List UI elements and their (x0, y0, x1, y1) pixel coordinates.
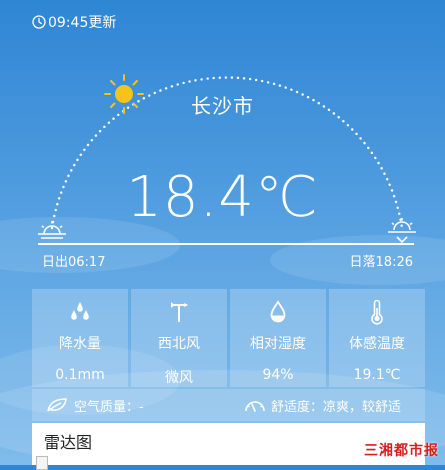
detail-value: 19.1℃ (353, 367, 401, 383)
weather-details-panel: 降水量 0.1mm 西北风 微风 相对湿度 94% 体感温度 19.1℃ (32, 289, 425, 387)
comfort-index: 舒适度：凉爽，较舒适 (244, 396, 401, 415)
sun-arc (38, 74, 416, 245)
leaf-icon (47, 398, 67, 412)
detail-label: 相对湿度 (250, 336, 306, 352)
detail-value: 94% (262, 367, 294, 383)
sunset-time: 日落18:26 (349, 255, 413, 270)
detail-value: 0.1mm (55, 367, 105, 383)
detail-value: 微风 (165, 370, 193, 386)
wind-vane-icon (171, 302, 188, 322)
comfort-text: 舒适度：凉爽，较舒适 (271, 399, 402, 415)
raindrops-icon (71, 302, 89, 320)
current-temperature: 18.4℃ (126, 165, 319, 230)
info-row: 空气质量：- 舒适度：凉爽，较舒适 (32, 389, 425, 421)
detail-humidity: 相对湿度 94% (230, 289, 326, 387)
detail-wind: 西北风 微风 (131, 289, 227, 387)
radar-title: 雷达图 (44, 433, 93, 452)
gauge-icon (245, 401, 265, 412)
detail-precipitation: 降水量 0.1mm (32, 289, 128, 387)
air-quality-text: 空气质量：- (74, 399, 144, 415)
sunrise-time: 日出06:17 (42, 255, 106, 270)
detail-feels-like: 体感温度 19.1℃ (329, 289, 425, 387)
thermometer-icon (371, 299, 383, 325)
detail-label: 西北风 (158, 336, 200, 352)
air-quality: 空气质量：- (46, 396, 144, 415)
image-placeholder-icon (36, 456, 48, 470)
detail-label: 降水量 (59, 336, 101, 352)
watermark-logo: 三湘都市报 (364, 443, 439, 459)
city-name: 长沙市 (191, 94, 254, 118)
detail-label: 体感温度 (349, 336, 405, 352)
water-drop-icon (270, 300, 286, 323)
